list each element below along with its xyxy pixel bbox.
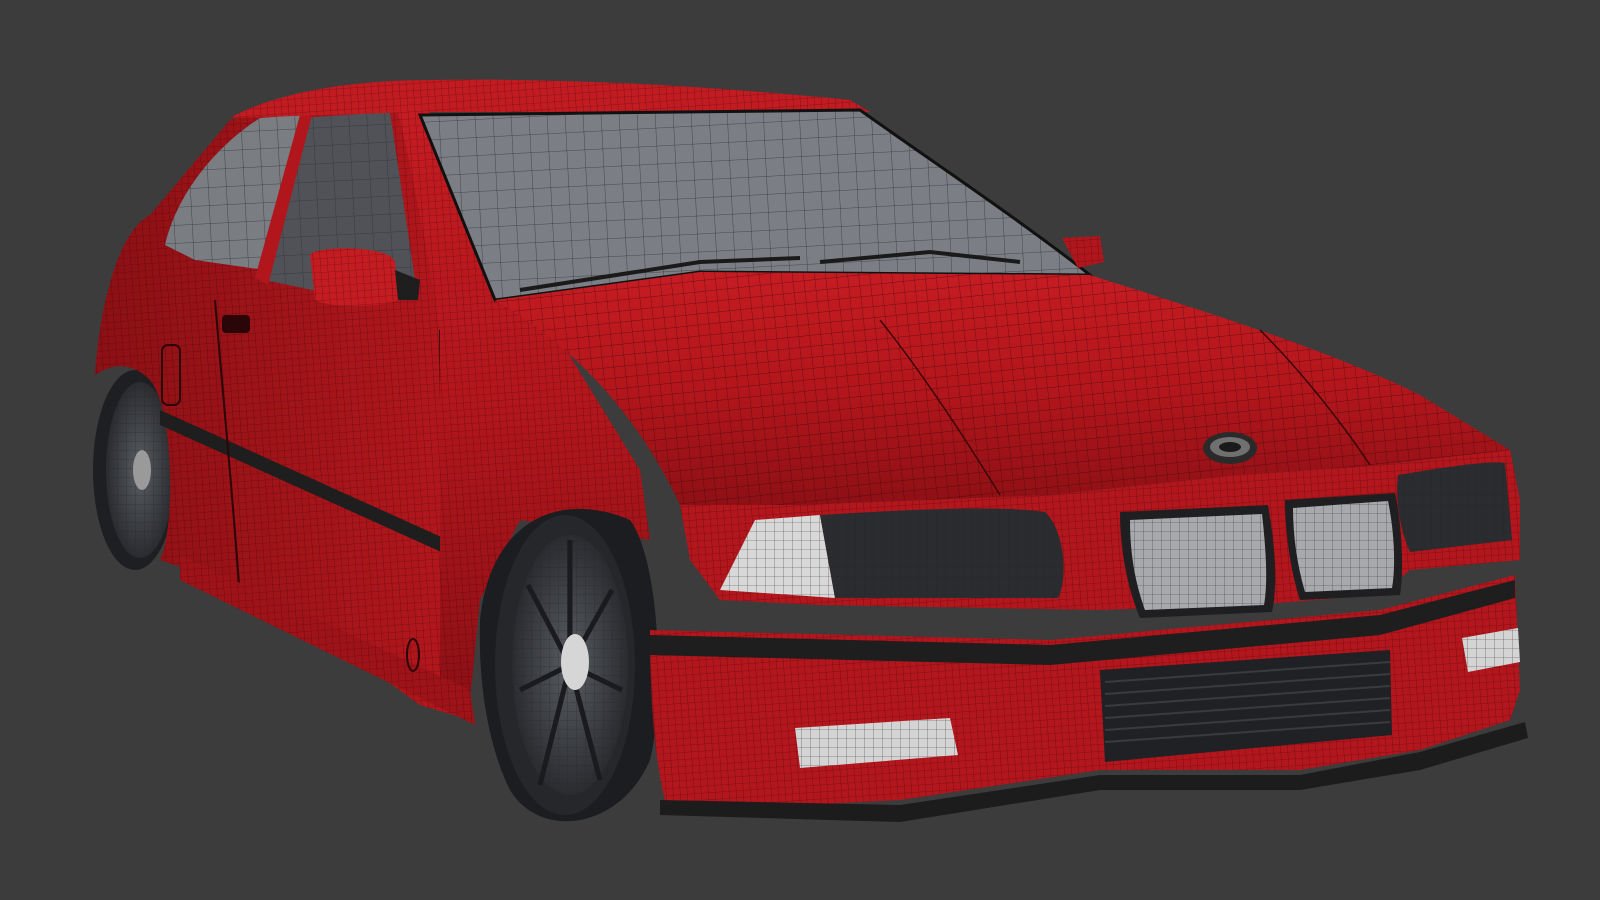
windshield <box>417 108 1095 302</box>
wheel-hub <box>561 634 589 690</box>
front-wheel <box>479 508 659 822</box>
3d-viewport[interactable] <box>0 0 1600 900</box>
headlight-right <box>1397 462 1512 552</box>
door-handle <box>222 315 250 333</box>
front-bumper <box>650 575 1528 822</box>
car-model-render <box>93 79 1528 822</box>
kidney-grille <box>1120 493 1403 618</box>
headlight-left <box>720 508 1064 598</box>
